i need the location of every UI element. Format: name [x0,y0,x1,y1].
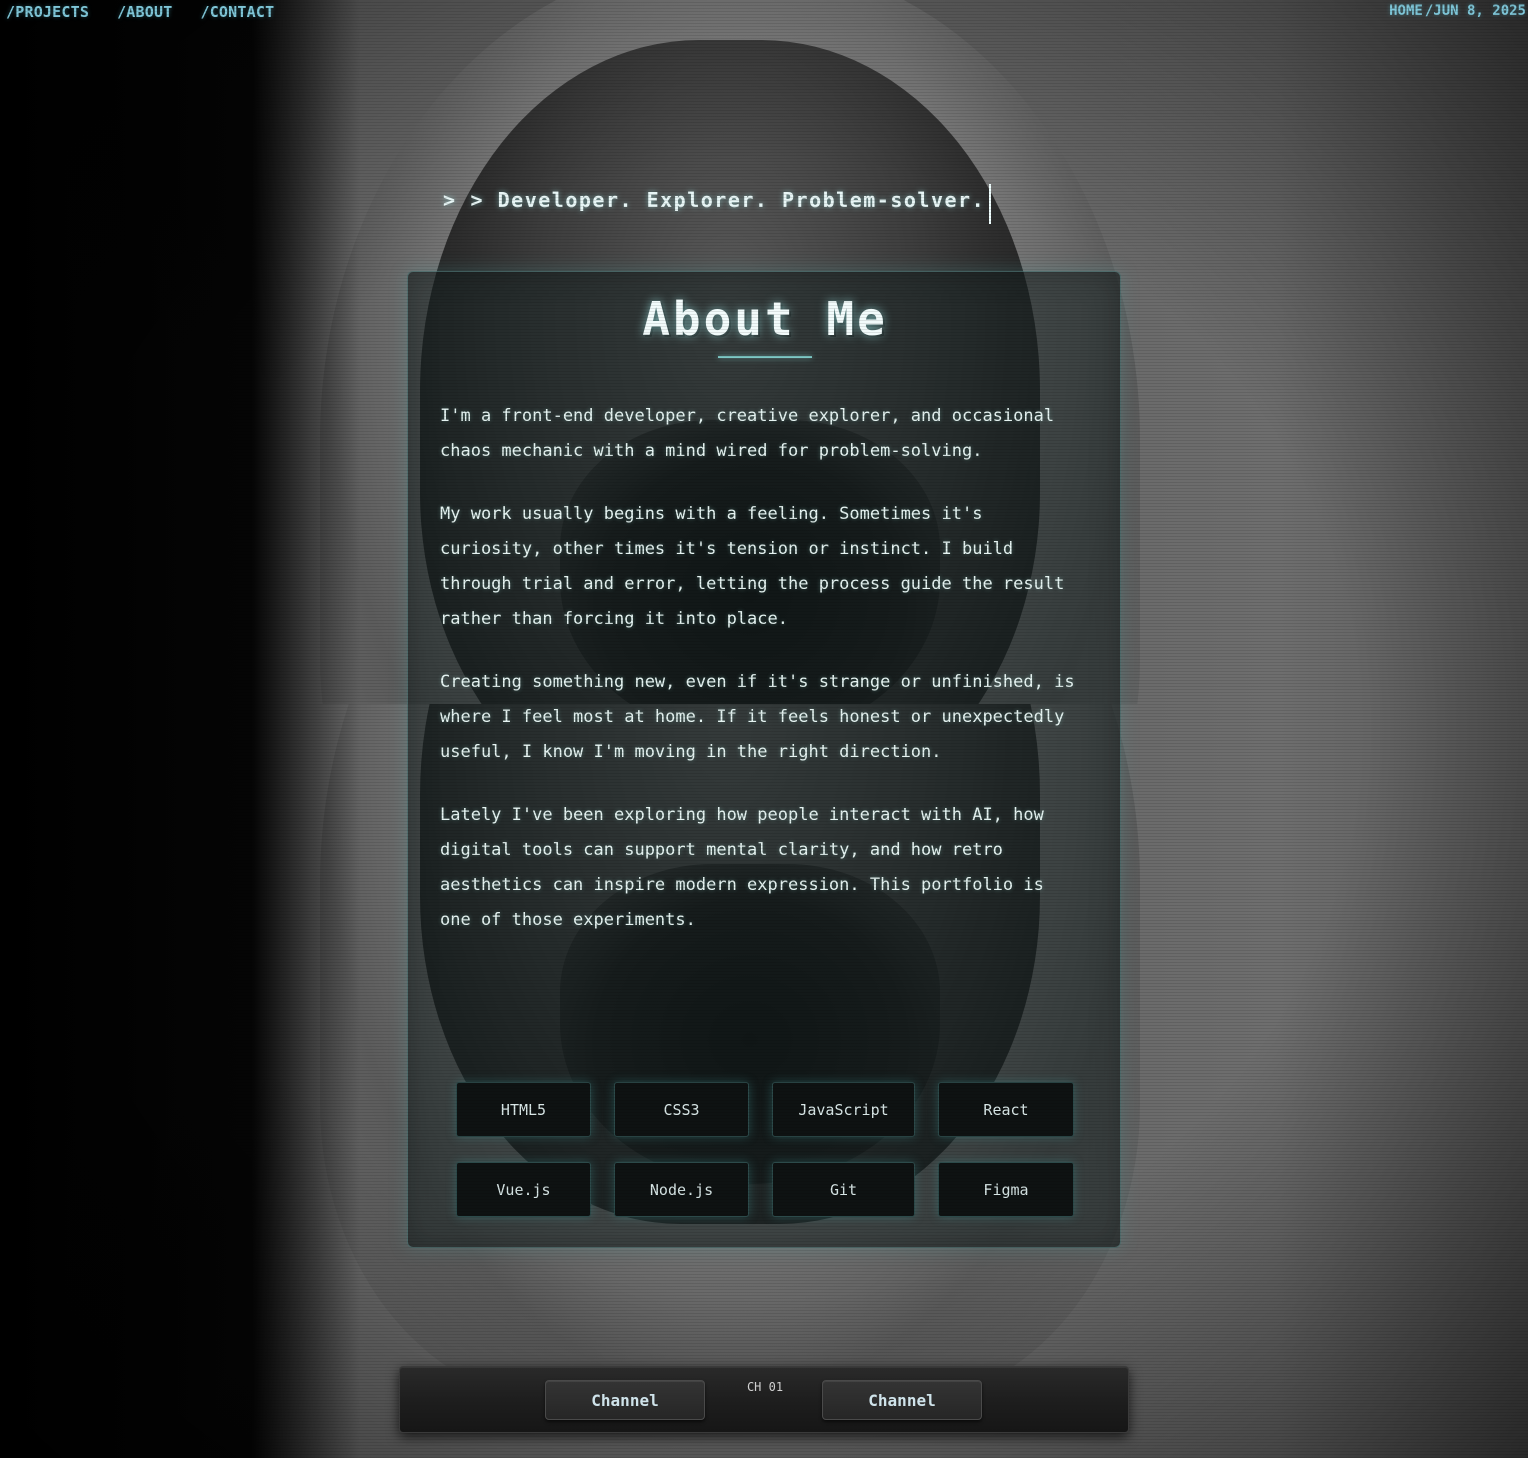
text-cursor [989,184,992,224]
top-nav: /PROJECTS /ABOUT /CONTACT [6,3,274,21]
prompt-chevron-icon: > [443,188,457,212]
about-bio: I'm a front-end developer, creative expl… [440,399,1080,966]
skill-html5[interactable]: HTML5 [456,1082,591,1137]
screen: /PROJECTS /ABOUT /CONTACT HOME /JUN 8, 2… [0,0,1528,1458]
tagline-text: > Developer. Explorer. Problem-solver. [470,188,986,212]
title-underline [718,356,812,358]
channel-next-button[interactable]: Channel [822,1380,982,1420]
breadcrumb: HOME /JUN 8, 2025 [1389,3,1526,19]
skill-javascript[interactable]: JavaScript [772,1082,915,1137]
about-title: About Me [642,292,888,346]
breadcrumb-home[interactable]: HOME [1389,3,1423,19]
tagline: > > Developer. Explorer. Problem-solver. [443,176,992,224]
breadcrumb-date: /JUN 8, 2025 [1424,3,1526,19]
bio-paragraph: Lately I've been exploring how people in… [440,805,1044,930]
channel-bar: Channel CH 01 Channel [399,1366,1129,1433]
nav-link-projects[interactable]: /PROJECTS [6,3,89,21]
channel-indicator: CH 01 [746,1380,784,1394]
skill-vuejs[interactable]: Vue.js [456,1162,591,1217]
skill-nodejs[interactable]: Node.js [614,1162,749,1217]
about-card: About Me I'm a front-end developer, crea… [407,271,1121,1248]
bio-paragraph: Creating something new, even if it's str… [440,672,1075,762]
bio-paragraph: My work usually begins with a feeling. S… [440,504,1065,629]
skill-react[interactable]: React [938,1082,1074,1137]
nav-link-about[interactable]: /ABOUT [117,3,172,21]
bio-paragraph: I'm a front-end developer, creative expl… [440,406,1055,461]
skill-git[interactable]: Git [772,1162,915,1217]
skill-figma[interactable]: Figma [938,1162,1074,1217]
skill-css3[interactable]: CSS3 [614,1082,749,1137]
nav-link-contact[interactable]: /CONTACT [200,3,274,21]
